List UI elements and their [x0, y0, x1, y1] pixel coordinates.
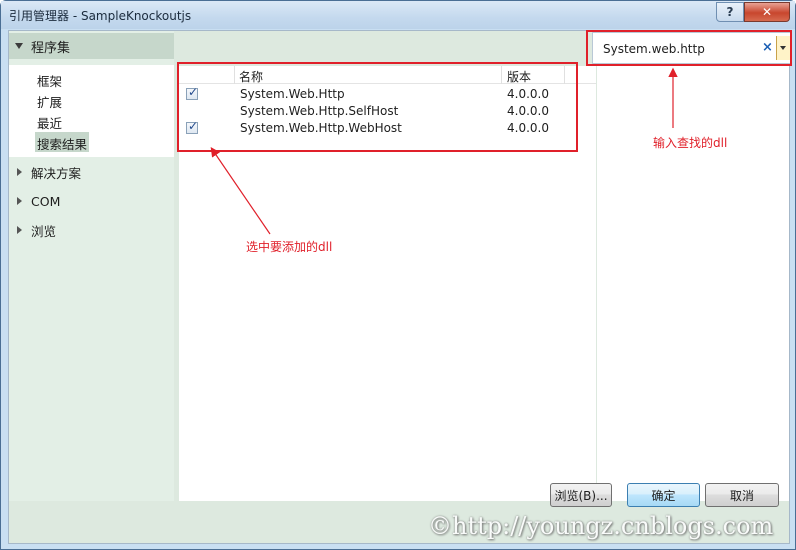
search-highlight-box	[586, 30, 792, 66]
collapse-arrow-icon	[17, 168, 22, 176]
title-bar: 引用管理器 - SampleKnockoutjs ? ✕	[1, 1, 795, 29]
watermark: ©http://youngz.cnblogs.com	[428, 512, 774, 540]
category-nav: 程序集 框架 扩展 最近 搜索结果 解决方案 COM 浏览	[9, 31, 174, 501]
expand-arrow-icon	[15, 43, 23, 49]
help-button[interactable]: ?	[716, 2, 744, 22]
search-annotation: 输入查找的dll	[653, 136, 728, 150]
nav-group-com[interactable]: COM	[17, 190, 60, 212]
details-pane	[597, 66, 789, 501]
nav-group-solution[interactable]: 解决方案	[17, 161, 81, 183]
nav-item-search-results[interactable]: 搜索结果	[35, 132, 90, 152]
window-title: 引用管理器 - SampleKnockoutjs	[9, 9, 192, 23]
nav-group-label: 解决方案	[31, 165, 82, 181]
cancel-button-label: 取消	[729, 488, 754, 503]
browse-button-label: 浏览(B)...	[554, 488, 608, 503]
help-icon: ?	[726, 5, 734, 19]
close-icon: ✕	[761, 5, 773, 19]
browse-button[interactable]: 浏览(B)...	[550, 483, 612, 507]
nav-sub-list: 框架 扩展 最近 搜索结果	[9, 65, 174, 157]
close-button[interactable]: ✕	[744, 2, 790, 22]
selection-highlight-box	[177, 62, 578, 152]
nav-group-label: COM	[31, 193, 61, 209]
nav-item-extensions[interactable]: 扩展	[35, 90, 64, 110]
nav-item-recent[interactable]: 最近	[35, 111, 64, 131]
ok-button[interactable]: 确定	[627, 483, 700, 507]
nav-item-framework[interactable]: 框架	[35, 69, 64, 89]
select-annotation: 选中要添加的dll	[246, 240, 333, 254]
collapse-arrow-icon	[17, 226, 22, 234]
cancel-button[interactable]: 取消	[705, 483, 779, 507]
nav-header-assemblies[interactable]: 程序集	[9, 33, 174, 59]
ok-button-label: 确定	[651, 488, 676, 503]
nav-group-browse[interactable]: 浏览	[17, 219, 56, 241]
nav-group-label: 浏览	[31, 223, 57, 239]
nav-header-label: 程序集	[31, 40, 71, 56]
collapse-arrow-icon	[17, 197, 22, 205]
